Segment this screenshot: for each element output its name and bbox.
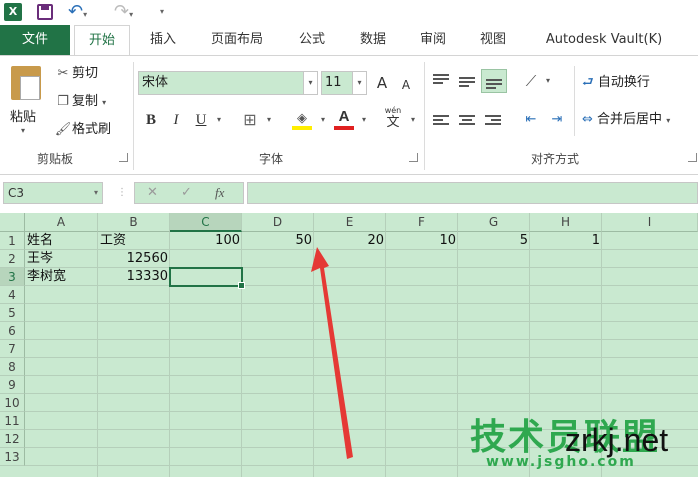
annotation-arrow bbox=[311, 247, 353, 459]
watermark: 技术员联盟 www.jsgho.com zrkj.net bbox=[468, 408, 698, 477]
watermark-site: zrkj.net bbox=[565, 422, 669, 458]
